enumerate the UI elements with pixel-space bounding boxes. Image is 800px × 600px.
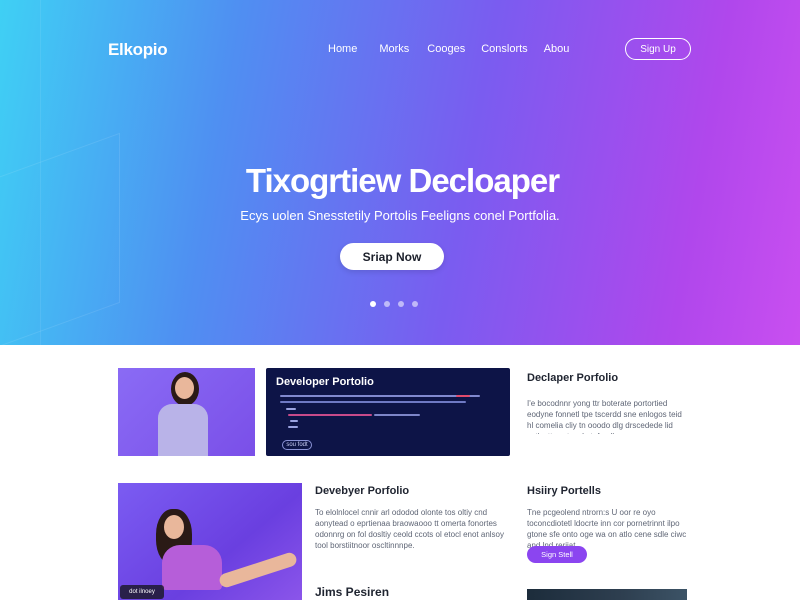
feature-title: Hsiiry Portells <box>527 485 601 497</box>
code-card-title: Developer Portolio <box>276 376 374 388</box>
carousel-dot-1[interactable] <box>370 301 376 307</box>
lifestyle-photo <box>118 483 302 600</box>
person-leg <box>217 550 299 590</box>
top-nav: Elkopio Home Morks Cooges Conslorts Abou… <box>0 36 800 62</box>
hero-subtitle: Ecys uolen Snesstetily Portolis Feeligns… <box>240 208 560 223</box>
code-line <box>280 395 480 397</box>
code-preview-card[interactable]: Developer Portolio sou fodt <box>266 368 510 456</box>
nav-item-courses[interactable]: Cooges <box>427 43 465 55</box>
code-line <box>290 420 298 422</box>
code-line <box>288 414 372 416</box>
code-line <box>374 414 420 416</box>
nav-menu: Home Morks Cooges Conslorts Abou <box>328 43 591 55</box>
carousel-dot-4[interactable] <box>412 301 418 307</box>
photo-badge: dot ilnoey <box>120 585 164 599</box>
brand-logo[interactable]: Elkopio <box>108 40 168 60</box>
person-face <box>175 377 194 399</box>
nav-item-works[interactable]: Morks <box>379 43 409 55</box>
code-line <box>280 401 466 403</box>
code-line <box>288 426 298 428</box>
feature-body: To elolnlocel cnnir arl ododod olonte to… <box>315 508 505 550</box>
feature-text-top: Declaper Porfolio I'e bocodnnr yong ttr … <box>527 372 689 434</box>
code-line <box>286 408 296 410</box>
portrait-photo <box>118 368 255 456</box>
feature-body: I'e bocodnnr yong ttr boterate portortie… <box>527 399 682 434</box>
sign-up-button[interactable]: Sign Up <box>625 38 691 60</box>
carousel-dot-2[interactable] <box>384 301 390 307</box>
section-heading: Jims Pesiren <box>315 585 390 599</box>
nav-item-home[interactable]: Home <box>328 43 357 55</box>
carousel-dot-3[interactable] <box>398 301 404 307</box>
hero-cta-button[interactable]: Sriap Now <box>340 243 444 270</box>
person-face <box>164 515 184 539</box>
code-line <box>456 395 470 397</box>
feature-cta-button[interactable]: Sign Stell <box>527 546 587 563</box>
hero-title: Tixogrtiew Decloaper <box>245 162 560 199</box>
thumbnail-image <box>527 589 687 600</box>
hero-banner: Elkopio Home Morks Cooges Conslorts Abou… <box>0 0 800 345</box>
feature-body: Tne pcgeolend ntrorn:s U oor re oyo toco… <box>527 508 687 550</box>
code-card-button[interactable]: sou fodt <box>282 440 312 450</box>
feature-text-middle: Devebyer Porfolio To elolnlocel cnnir ar… <box>315 485 510 551</box>
feature-title: Declaper Porfolio <box>527 372 619 384</box>
nav-item-about[interactable]: Abou <box>544 43 570 55</box>
nav-item-contacts[interactable]: Conslorts <box>481 43 527 55</box>
feature-text-bottom: Hsiiry Portells Tne pcgeolend ntrorn:s U… <box>527 485 689 551</box>
person-body <box>158 404 208 456</box>
carousel-dots <box>370 301 418 307</box>
feature-title: Devebyer Porfolio <box>315 485 410 497</box>
person-body <box>162 545 222 590</box>
